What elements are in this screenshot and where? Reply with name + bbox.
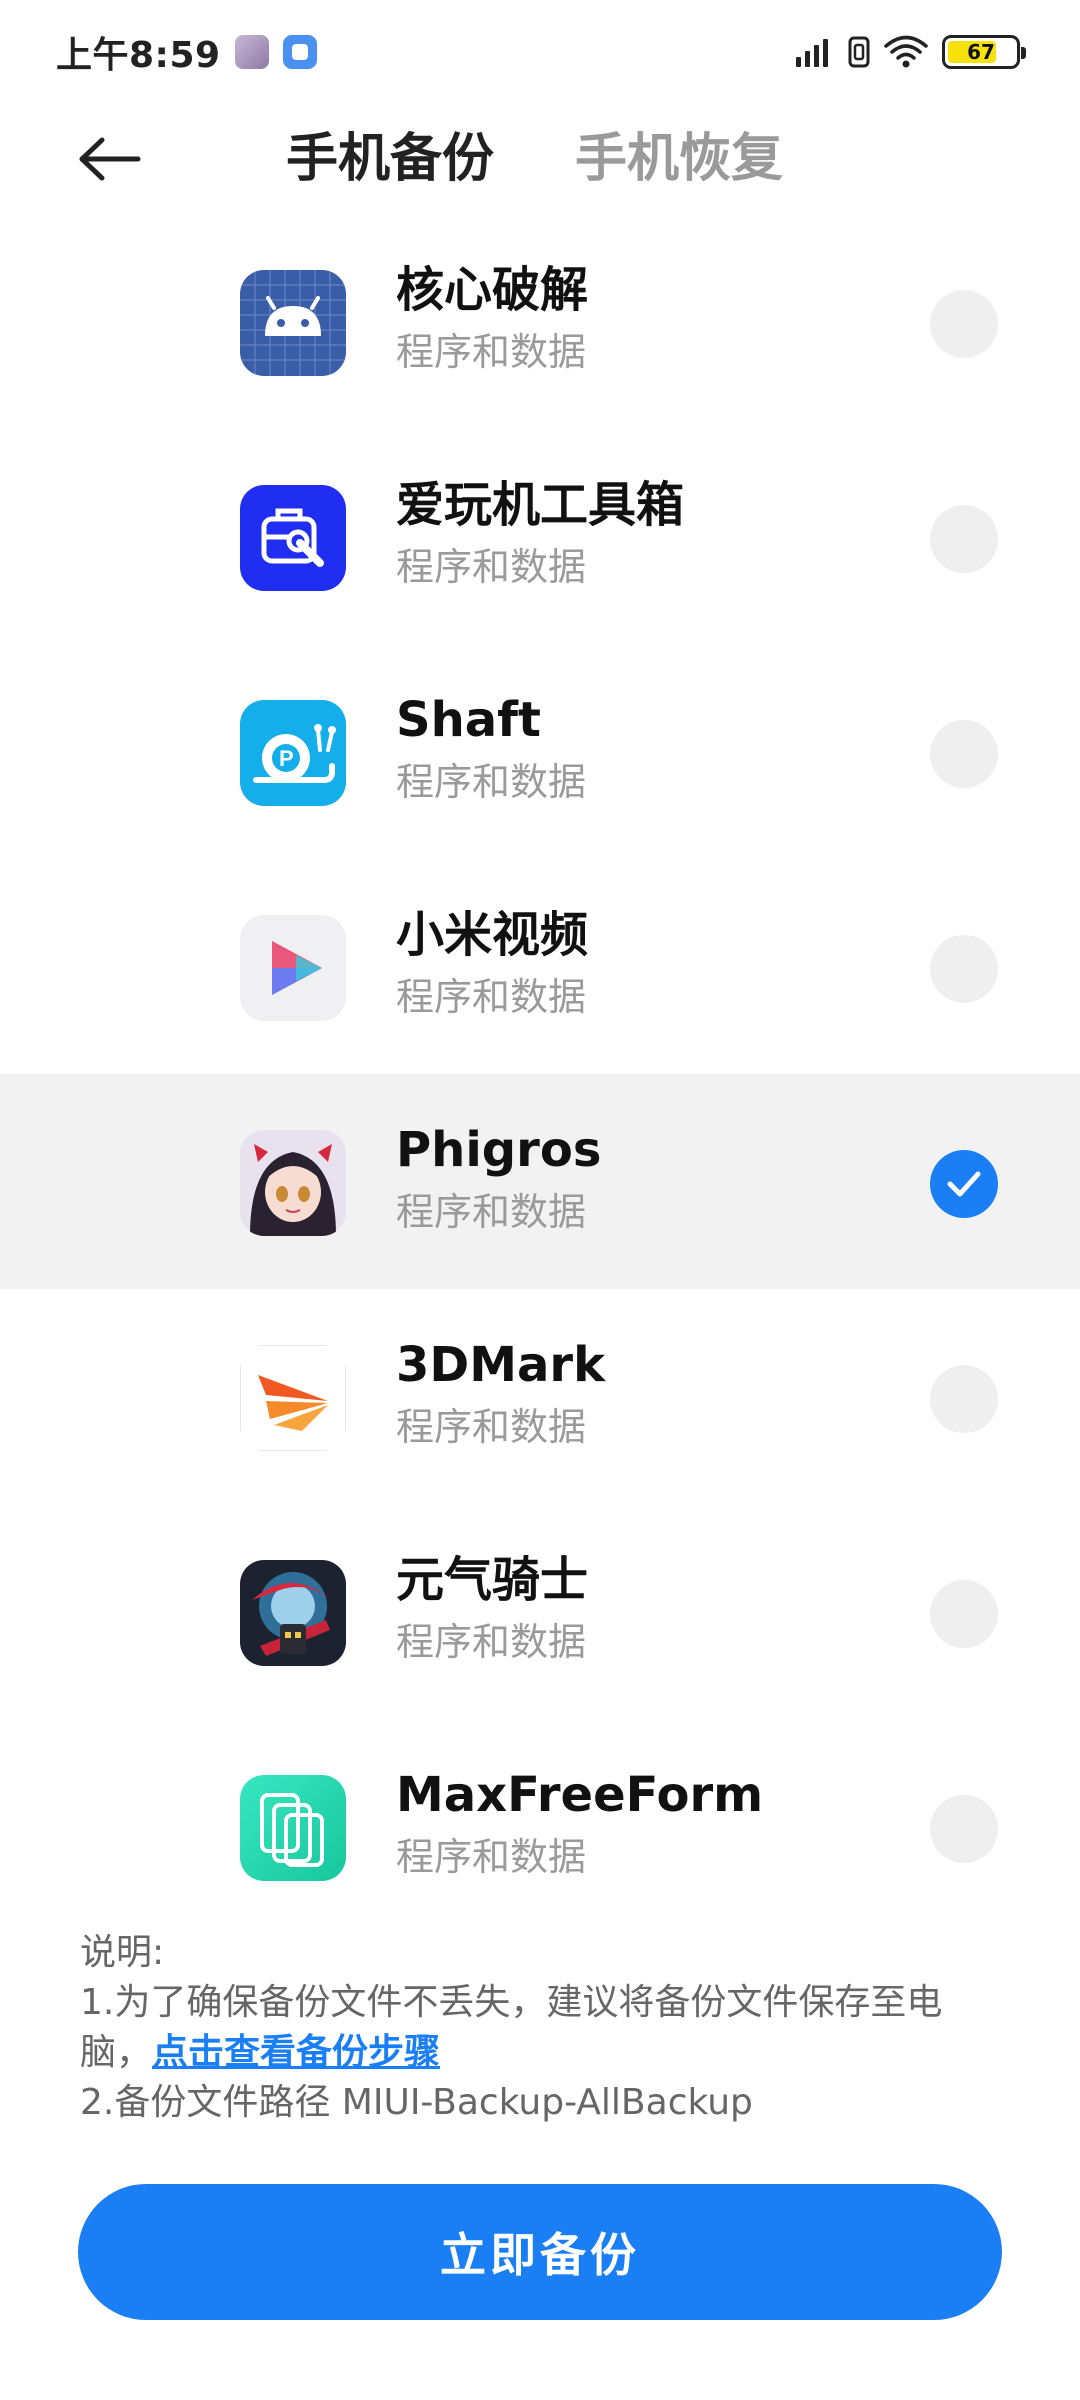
app-name: 3DMark <box>396 1337 605 1393</box>
app-subtitle: 程序和数据 <box>396 1190 587 1234</box>
backup-now-button[interactable]: 立即备份 <box>78 2184 1002 2320</box>
app-row-phigros[interactable]: Phigros 程序和数据 <box>0 1074 1080 1289</box>
app-row-core-patch[interactable]: 核心破解 程序和数据 <box>0 214 1080 429</box>
status-bar: 上午8:59 67 <box>0 0 1080 104</box>
app-row-soul-knight[interactable]: 元气骑士 程序和数据 <box>0 1504 1080 1719</box>
app-name: 爱玩机工具箱 <box>396 477 685 533</box>
note-title: 说明: <box>80 1932 165 1973</box>
app-subtitle: 程序和数据 <box>396 1620 587 1664</box>
select-checkbox[interactable] <box>930 720 998 788</box>
app-row-mi-video[interactable]: 小米视频 程序和数据 <box>0 859 1080 1074</box>
app-list: 核心破解 程序和数据 爱玩机工具箱 程序和数据 P Shaft 程序和数据 小米… <box>0 214 1080 1934</box>
android-grid-icon <box>240 270 346 376</box>
app-row-toolbox[interactable]: 爱玩机工具箱 程序和数据 <box>0 429 1080 644</box>
app-row-maxfreeform[interactable]: MaxFreeForm 程序和数据 <box>0 1719 1080 1934</box>
anime-girl-icon <box>240 1130 346 1236</box>
tab-phone-backup[interactable]: 手机备份 <box>286 124 494 194</box>
avatar-icon <box>234 35 269 69</box>
app-name: Phigros <box>396 1122 602 1178</box>
snail-icon: P <box>240 700 346 806</box>
app-name: Shaft <box>396 692 541 748</box>
3dmark-icon <box>240 1345 346 1451</box>
back-button[interactable] <box>70 126 150 192</box>
soul-knight-icon <box>240 1560 346 1666</box>
select-checkbox[interactable] <box>930 1795 998 1863</box>
note-line-3: 2.备份文件路径 MIUI-Backup-AllBackup <box>80 2082 753 2123</box>
phone-frames-icon <box>240 1775 346 1881</box>
app-name: 元气骑士 <box>396 1552 589 1608</box>
status-time: 上午8:59 <box>56 35 221 76</box>
tab-phone-restore[interactable]: 手机恢复 <box>575 124 783 194</box>
select-checkbox[interactable] <box>930 290 998 358</box>
app-row-shaft[interactable]: P Shaft 程序和数据 <box>0 644 1080 859</box>
app-subtitle: 程序和数据 <box>396 760 587 804</box>
note-line-2-prefix: 脑， <box>80 2032 153 2073</box>
status-left: 上午8:59 <box>56 26 317 78</box>
select-checkbox[interactable] <box>930 935 998 1003</box>
play-icon <box>240 915 346 1021</box>
status-right: 67 <box>796 35 1026 69</box>
svg-text:P: P <box>279 746 294 771</box>
backup-note: 说明: 1.为了确保备份文件不丢失，建议将备份文件保存至电 脑，点击查看备份步骤… <box>80 1928 1000 2128</box>
select-checkbox[interactable] <box>930 1365 998 1433</box>
app-subtitle: 程序和数据 <box>396 975 587 1019</box>
note-line-1: 1.为了确保备份文件不丢失，建议将备份文件保存至电 <box>80 1982 943 2023</box>
arrow-left-icon <box>79 137 141 181</box>
app-name: MaxFreeForm <box>396 1767 764 1823</box>
select-checkbox[interactable] <box>930 1580 998 1648</box>
app-name: 小米视频 <box>396 907 589 963</box>
app-name: 核心破解 <box>396 262 589 318</box>
signal-icon <box>796 39 828 67</box>
battery-icon: 67 <box>942 35 1026 69</box>
app-row-3dmark[interactable]: 3DMark 程序和数据 <box>0 1289 1080 1504</box>
app-subtitle: 程序和数据 <box>396 545 587 589</box>
select-checkbox[interactable] <box>930 505 998 573</box>
battery-level: 67 <box>967 40 995 64</box>
note-line-2: 脑，点击查看备份步骤 <box>80 2028 1000 2078</box>
app-subtitle: 程序和数据 <box>396 1405 587 1449</box>
toolbox-icon <box>240 485 346 591</box>
app-subtitle: 程序和数据 <box>396 1835 587 1879</box>
select-checkbox-checked[interactable] <box>930 1150 998 1218</box>
sim-icon <box>848 36 870 68</box>
wifi-icon <box>884 35 928 68</box>
checkmark-icon <box>947 1171 981 1197</box>
header: 手机备份 手机恢复 <box>0 104 1080 214</box>
app-subtitle: 程序和数据 <box>396 330 587 374</box>
view-backup-steps-link[interactable]: 点击查看备份步骤 <box>152 2032 440 2073</box>
app-notification-icon <box>282 35 317 69</box>
